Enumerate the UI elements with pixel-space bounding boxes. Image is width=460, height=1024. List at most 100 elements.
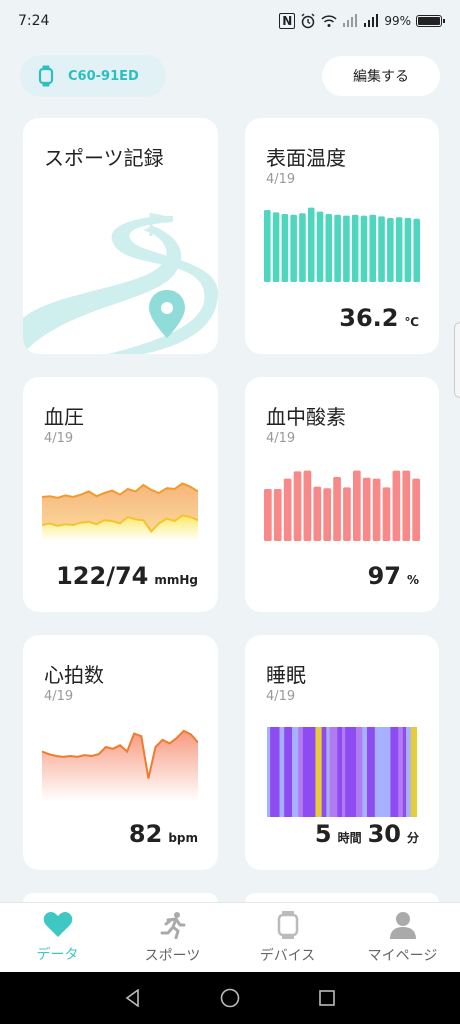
battery-percent: 99%: [384, 14, 411, 28]
sleep-segment: [356, 727, 363, 817]
side-drawer-handle[interactable]: [454, 322, 460, 398]
sleep-segment: [279, 727, 285, 817]
nav-label: マイページ: [367, 947, 438, 964]
nav-item-sports[interactable]: スポーツ: [115, 903, 230, 972]
blood-oxygen-chart: [264, 470, 420, 541]
bar: [362, 477, 371, 541]
nav-label: スポーツ: [144, 947, 201, 964]
sleep-segment: [337, 727, 343, 817]
bar: [272, 212, 280, 282]
bar: [343, 487, 351, 541]
card-value: 97 %: [368, 562, 419, 590]
sleep-segment: [292, 727, 299, 817]
card-title: 血中酸素: [266, 405, 346, 429]
bar: [360, 215, 368, 282]
watch-icon: [277, 910, 298, 939]
sleep-segment: [345, 727, 357, 817]
sleep-segment: [315, 727, 322, 817]
heart-rate-card[interactable]: 心拍数 4/19 82 bpm: [23, 635, 218, 870]
status-icons: N 99%: [279, 13, 445, 29]
surface-temp-card[interactable]: 表面温度 4/19 36.2 ℃: [245, 118, 439, 354]
card-date: 4/19: [44, 431, 74, 446]
card-date: 4/19: [266, 431, 296, 446]
blood-pressure-chart: [42, 482, 198, 541]
bar: [307, 207, 315, 282]
bar: [333, 477, 341, 541]
bar: [264, 489, 272, 541]
hr-value: 82: [128, 820, 163, 848]
bar: [334, 214, 341, 282]
signal-icon: [343, 14, 358, 27]
card-value: 5 時間 30 分: [315, 820, 419, 848]
sleep-segment: [284, 727, 293, 817]
sleep-chart: [267, 727, 417, 817]
sleep-segment: [326, 727, 330, 817]
signal-icon-2: [364, 14, 379, 27]
sleep-segment: [410, 727, 417, 817]
nav-label: データ: [36, 946, 79, 963]
bottom-nav: データ スポーツ デバイス マイページ: [0, 902, 460, 972]
card-title: 表面温度: [266, 146, 346, 170]
bar: [323, 488, 332, 541]
card-date: 4/19: [266, 689, 296, 704]
bar: [316, 211, 324, 282]
device-name: C60-91ED: [68, 68, 139, 84]
sleep-segment: [398, 727, 404, 817]
bar: [299, 213, 306, 282]
bar: [402, 470, 411, 541]
nfc-icon: N: [279, 13, 296, 29]
edit-button[interactable]: 編集する: [322, 56, 440, 96]
sleep-segment: [402, 727, 407, 817]
heart-rate-chart: [42, 729, 198, 801]
card-value: 122/74 mmHg: [56, 562, 198, 590]
sleep-segment: [342, 727, 346, 817]
bar: [378, 216, 385, 282]
temp-unit: ℃: [404, 315, 419, 329]
bar: [413, 218, 420, 282]
road-map-illustration: [23, 213, 218, 354]
o2-value: 97: [367, 562, 401, 590]
nav-item-data[interactable]: データ: [0, 903, 115, 972]
sleep-segment: [298, 727, 304, 817]
bar: [395, 217, 403, 282]
card-date: 4/19: [266, 172, 296, 187]
bar: [351, 214, 359, 282]
bar: [264, 210, 271, 282]
home-icon[interactable]: [220, 988, 240, 1008]
card-title: 心拍数: [44, 663, 104, 687]
sleep-segment: [267, 727, 271, 817]
temp-value: 36.2: [339, 304, 399, 332]
card-title: 睡眠: [266, 663, 306, 687]
bar: [404, 218, 412, 282]
sports-record-card[interactable]: スポーツ記録: [23, 118, 218, 354]
bar: [303, 470, 312, 541]
bar: [313, 486, 322, 541]
sleep-hours: 5: [314, 820, 332, 848]
recents-icon[interactable]: [318, 989, 336, 1007]
bar: [369, 214, 377, 282]
surface-temp-chart: [264, 207, 420, 282]
sleep-minutes-unit: 分: [406, 831, 419, 845]
watch-icon: [38, 65, 54, 87]
blood-oxygen-card[interactable]: 血中酸素 4/19 97 %: [245, 377, 439, 612]
o2-unit: %: [406, 573, 419, 587]
sleep-card[interactable]: 睡眠 4/19 5 時間 30 分: [245, 635, 439, 870]
bar: [281, 214, 289, 282]
card-date: 4/19: [44, 689, 74, 704]
sleep-segment: [329, 727, 338, 817]
card-title: 血圧: [44, 405, 84, 429]
blood-pressure-card[interactable]: 血圧 4/19 122/74 mmHg: [23, 377, 218, 612]
bar: [382, 487, 391, 541]
sleep-segment: [390, 727, 399, 817]
bar: [293, 471, 302, 541]
person-icon: [389, 911, 416, 939]
bar: [372, 478, 381, 541]
sleep-hours-unit: 時間: [337, 831, 362, 845]
status-bar: 7:24 N 99%: [0, 0, 460, 42]
nav-item-device[interactable]: デバイス: [230, 903, 345, 972]
bar: [352, 470, 361, 541]
runner-icon: [160, 911, 185, 939]
back-icon[interactable]: [124, 989, 142, 1007]
device-selector[interactable]: C60-91ED: [20, 55, 166, 97]
nav-item-mypage[interactable]: マイページ: [345, 903, 460, 972]
